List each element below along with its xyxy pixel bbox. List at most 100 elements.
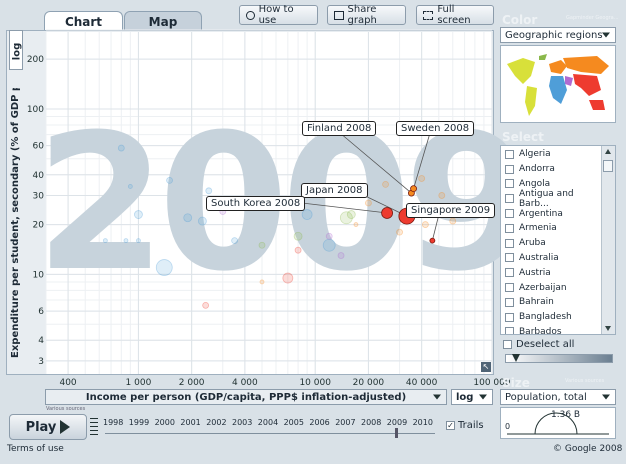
year-tick[interactable]: 2001 xyxy=(180,418,200,427)
opacity-thumb[interactable] xyxy=(512,354,520,362)
y-tick-label: 60 xyxy=(33,142,45,152)
color-source[interactable]: Gapminder Geogra... xyxy=(566,15,619,21)
country-item[interactable]: Aruba xyxy=(501,236,601,251)
bubble xyxy=(346,210,356,219)
country-checkbox[interactable] xyxy=(505,209,514,219)
year-tick[interactable]: 2006 xyxy=(309,418,329,427)
country-item[interactable]: Armenia xyxy=(501,221,601,236)
deselect-all-label: Deselect all xyxy=(516,339,575,350)
scroll-up-icon[interactable] xyxy=(605,149,611,154)
x-axis-title-dropdown[interactable]: Income per person (GDP/capita, PPP$ infl… xyxy=(45,389,447,405)
country-item[interactable]: Azerbaijan xyxy=(501,280,601,295)
x-scale-dropdown[interactable]: log xyxy=(451,389,493,405)
country-label: Austria xyxy=(519,267,551,278)
country-checkbox[interactable] xyxy=(505,312,514,322)
country-item[interactable]: Andorra xyxy=(501,162,601,177)
y-tick-label: 40 xyxy=(33,171,45,181)
country-item[interactable]: Algeria xyxy=(501,147,601,162)
y-tick-label: 30 xyxy=(33,191,45,201)
color-legend-map[interactable] xyxy=(500,45,616,123)
year-tick[interactable]: 2003 xyxy=(232,418,252,427)
list-scrollbar[interactable] xyxy=(601,146,615,334)
year-tick[interactable]: 1999 xyxy=(129,418,149,427)
trails-check: ✓ xyxy=(446,421,455,430)
year-tick[interactable]: 2007 xyxy=(335,418,355,427)
color-dropdown[interactable]: Geographic regions xyxy=(500,27,616,43)
country-checkbox[interactable] xyxy=(505,297,514,307)
country-item[interactable]: Bangladesh xyxy=(501,310,601,325)
slider-thumb[interactable] xyxy=(395,428,398,438)
country-item[interactable]: Bahrain xyxy=(501,295,601,310)
world-map-icon xyxy=(507,54,609,116)
play-icon xyxy=(60,420,71,434)
country-label: Andorra xyxy=(519,164,555,175)
country-checkbox[interactable] xyxy=(505,327,514,334)
bubble xyxy=(102,238,108,244)
bubble xyxy=(202,301,210,309)
country-checkbox[interactable] xyxy=(505,164,514,174)
country-list[interactable]: Algeria Andorra Angola Antigua and Barb... A… xyxy=(500,145,616,335)
x-tick-label: 4 000 xyxy=(232,378,258,388)
scroll-thumb[interactable] xyxy=(603,160,613,172)
size-dropdown[interactable]: Population, total xyxy=(500,389,616,405)
bubble xyxy=(197,216,207,226)
country-label: Angola xyxy=(519,178,551,189)
country-label: Barbados xyxy=(519,326,562,335)
country-checkbox[interactable] xyxy=(505,194,514,204)
play-button[interactable]: Play xyxy=(9,414,87,440)
terms-link[interactable]: Terms of use xyxy=(7,444,64,454)
country-label: Australia xyxy=(519,252,559,263)
x-axis-source[interactable]: Various sources xyxy=(46,406,85,412)
country-checkbox[interactable] xyxy=(505,179,514,189)
country-checkbox[interactable] xyxy=(505,149,514,159)
country-label: Armenia xyxy=(519,223,557,234)
country-item[interactable]: Austria xyxy=(501,265,601,280)
year-tick[interactable]: 2005 xyxy=(284,418,304,427)
country-label: Algeria xyxy=(519,149,551,160)
time-slider[interactable]: 1998 1999 2000 2001 2002 2003 2004 2005 2006 2007… xyxy=(101,414,439,440)
country-checkbox[interactable] xyxy=(505,223,514,233)
country-label: Antigua and Barb... xyxy=(519,188,574,209)
trails-checkbox[interactable]: ✓ Trails xyxy=(446,420,484,431)
country-item[interactable]: Barbados xyxy=(501,325,601,335)
year-tick[interactable]: 2009 xyxy=(387,418,407,427)
country-checkbox[interactable] xyxy=(505,238,514,248)
label-japan[interactable]: Japan 2008 xyxy=(301,183,368,198)
size-min-value: 0 xyxy=(505,422,511,431)
year-tick[interactable]: 2008 xyxy=(361,418,381,427)
x-tick-label: 400 xyxy=(59,378,76,388)
country-label: Bangladesh xyxy=(519,312,572,323)
label-sweden[interactable]: Sweden 2008 xyxy=(396,121,475,136)
bubble xyxy=(205,187,213,195)
year-tick[interactable]: 1998 xyxy=(103,418,123,427)
country-checkbox[interactable] xyxy=(505,268,514,278)
country-item[interactable]: Australia xyxy=(501,251,601,266)
bubble xyxy=(438,192,446,199)
year-tick[interactable]: 2002 xyxy=(206,418,226,427)
zoom-icon[interactable]: ↖ xyxy=(481,362,491,372)
year-tick[interactable]: 2004 xyxy=(258,418,278,427)
bubble xyxy=(134,210,143,219)
size-source[interactable]: Various sources xyxy=(565,378,604,384)
opacity-slider[interactable] xyxy=(505,354,613,363)
year-tick[interactable]: 2010 xyxy=(413,418,433,427)
country-item[interactable]: Antigua and Barb... xyxy=(501,188,601,209)
bubble xyxy=(421,221,429,228)
scroll-down-icon[interactable] xyxy=(605,326,611,331)
y-tick-label: 10 xyxy=(33,270,45,280)
bubble xyxy=(127,184,133,189)
chevron-down-icon xyxy=(602,394,610,400)
color-title: Color xyxy=(502,13,538,27)
label-finland[interactable]: Finland 2008 xyxy=(302,121,377,136)
label-south-korea[interactable]: South Korea 2008 xyxy=(206,196,306,211)
year-tick[interactable]: 2000 xyxy=(155,418,175,427)
speed-icon[interactable] xyxy=(90,418,98,436)
y-tick-label: 3 xyxy=(38,357,44,367)
bubble xyxy=(258,241,266,249)
country-checkbox[interactable] xyxy=(505,253,514,263)
label-singapore[interactable]: Singapore 2009 xyxy=(406,203,496,218)
x-scale-label: log xyxy=(456,391,474,403)
country-checkbox[interactable] xyxy=(505,283,514,293)
copyright: © Google 2008 xyxy=(553,444,623,454)
deselect-all-checkbox[interactable]: Deselect all xyxy=(503,339,574,350)
